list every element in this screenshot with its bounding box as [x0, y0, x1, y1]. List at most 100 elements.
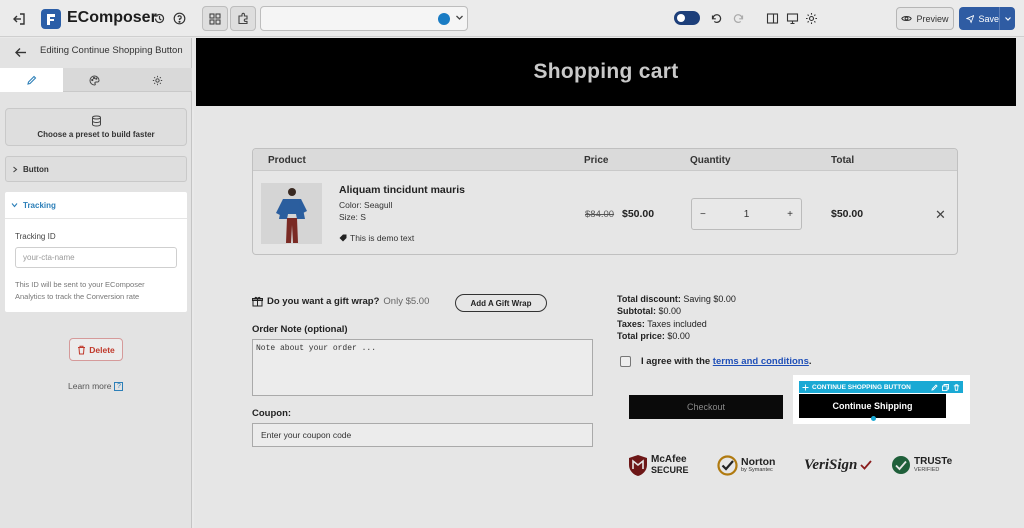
tracking-help-text: This ID will be sent to your EComposer A…	[15, 279, 180, 303]
truste-line2: VERIFIED	[914, 467, 940, 473]
tab-content[interactable]	[0, 68, 63, 92]
pencil-icon[interactable]	[931, 383, 938, 391]
terms-text-lead: I agree with the	[641, 356, 711, 367]
norton-check-icon	[717, 454, 738, 476]
help-icon[interactable]	[171, 10, 187, 26]
left-panel: Editing Continue Shopping Button Choose …	[0, 38, 192, 528]
chevron-down-icon	[1004, 16, 1011, 21]
preset-card[interactable]: Choose a preset to build faster	[5, 108, 187, 146]
price-original: $84.00	[585, 209, 615, 220]
product-note: This is demo text	[339, 233, 414, 243]
ecomposer-logo	[41, 9, 61, 29]
summary-total-value: $0.00	[667, 331, 690, 341]
truste-line1: TRUSTe	[914, 456, 953, 467]
resize-handle[interactable]	[871, 416, 876, 421]
cart-table: Product Price Quantity Total Aliquam tin…	[252, 148, 958, 255]
add-gift-wrap-button[interactable]: Add A Gift Wrap	[455, 294, 547, 312]
terms-checkbox[interactable]	[620, 356, 631, 367]
redo-icon[interactable]	[730, 10, 746, 26]
product-color: Color: Seagull	[339, 200, 393, 210]
save-dropdown[interactable]	[999, 7, 1015, 30]
tracking-help-line: This ID will be sent to your EComposer	[15, 280, 145, 289]
tab-settings[interactable]	[126, 68, 189, 92]
quantity-value[interactable]: 1	[744, 209, 750, 220]
order-note-label: Order Note (optional)	[252, 324, 348, 335]
truste-seal-icon	[892, 456, 910, 474]
mode-toggle[interactable]	[674, 11, 700, 25]
truste-badge: TRUSTe VERIFIED	[891, 452, 952, 478]
back-arrow-icon[interactable]	[12, 45, 28, 59]
learn-more-link[interactable]: Learn more ?	[68, 381, 124, 391]
preview-label: Preview	[916, 13, 949, 24]
delete-label: Delete	[89, 344, 115, 355]
sidebar-icon[interactable]	[764, 10, 780, 26]
learn-more-label: Learn more	[68, 381, 112, 391]
norton-text: Norton by Symantec	[741, 457, 775, 473]
product-note-text: This is demo text	[350, 233, 415, 243]
terms-agreement: I agree with the terms and conditions.	[620, 356, 812, 367]
coupon-label: Coupon:	[252, 408, 292, 419]
eye-icon	[901, 15, 913, 22]
checkout-button[interactable]: Checkout	[629, 395, 783, 419]
save-main[interactable]: Save	[959, 7, 999, 30]
norton-line2: by Symantec	[741, 467, 773, 473]
coupon-input[interactable]: Enter your coupon code	[252, 423, 593, 447]
desktop-icon[interactable]	[784, 10, 800, 26]
toggle-knob	[677, 14, 685, 22]
summary-total-label: Total price:	[617, 331, 665, 341]
verisign-text: VeriSign	[804, 456, 858, 473]
puzzle-icon	[237, 12, 248, 25]
gift-price: Only $5.00	[383, 296, 430, 307]
top-bar: EComposer Preview Save	[0, 0, 1024, 37]
summary-taxes-label: Taxes:	[617, 319, 645, 329]
selected-element-tools	[931, 383, 963, 391]
minus-icon[interactable]: −	[700, 209, 706, 220]
exit-icon[interactable]	[10, 10, 28, 28]
layout-grid-button[interactable]	[202, 6, 228, 31]
selected-element-toolbar[interactable]: CONTINUE SHOPPING BUTTON	[799, 381, 963, 393]
section-tracking-label: Tracking	[23, 200, 56, 210]
undo-icon[interactable]	[708, 10, 724, 26]
section-button[interactable]: Button	[5, 156, 187, 182]
mcafee-text: McAfee SECURE	[651, 454, 689, 476]
mcafee-line1: McAfee	[651, 454, 687, 465]
gift-icon	[252, 296, 263, 307]
tracking-id-label: Tracking ID	[15, 232, 56, 241]
save-button[interactable]: Save	[959, 7, 1015, 30]
extensions-button[interactable]	[230, 6, 256, 31]
move-icon[interactable]	[802, 384, 809, 391]
product-name[interactable]: Aliquam tincidunt mauris	[339, 184, 465, 196]
remove-item-icon[interactable]: ✕	[935, 207, 946, 223]
continue-shopping-button[interactable]: Continue Shipping	[799, 394, 946, 418]
product-size: Size: S	[339, 212, 366, 222]
tab-style[interactable]	[63, 68, 126, 92]
preview-button[interactable]: Preview	[896, 7, 954, 30]
th-price: Price	[584, 155, 609, 166]
duplicate-icon[interactable]	[942, 383, 949, 391]
globe-icon	[438, 13, 450, 25]
product-image[interactable]	[261, 183, 322, 244]
page-select[interactable]	[260, 6, 468, 31]
trash-icon[interactable]	[953, 383, 960, 391]
delete-button[interactable]: Delete	[69, 338, 123, 361]
gear-icon[interactable]	[803, 10, 819, 26]
table-header: Product Price Quantity Total	[253, 149, 957, 171]
section-tracking[interactable]: Tracking	[5, 192, 187, 219]
gear-icon	[152, 75, 163, 85]
page-title: Shopping cart	[196, 38, 1016, 106]
order-note-textarea[interactable]: Note about your order ...	[252, 339, 593, 396]
gift-question-text: Do you want a gift wrap?	[267, 296, 380, 307]
grid-icon	[209, 12, 221, 25]
mcafee-badge: McAfee SECURE	[628, 452, 689, 478]
price-sale: $50.00	[622, 208, 655, 220]
summary-taxes-value: Taxes included	[647, 319, 707, 329]
terms-link[interactable]: terms and conditions	[713, 356, 809, 367]
mcafee-shield-icon	[629, 454, 647, 476]
panel-tabs	[0, 68, 192, 92]
tracking-id-input[interactable]: your-cta-name	[15, 247, 177, 268]
history-icon[interactable]	[151, 10, 167, 26]
terms-text-end: .	[808, 356, 812, 367]
preset-label: Choose a preset to build faster	[37, 130, 155, 139]
plus-icon[interactable]: +	[787, 209, 793, 220]
quantity-stepper[interactable]: − 1 +	[691, 198, 802, 230]
